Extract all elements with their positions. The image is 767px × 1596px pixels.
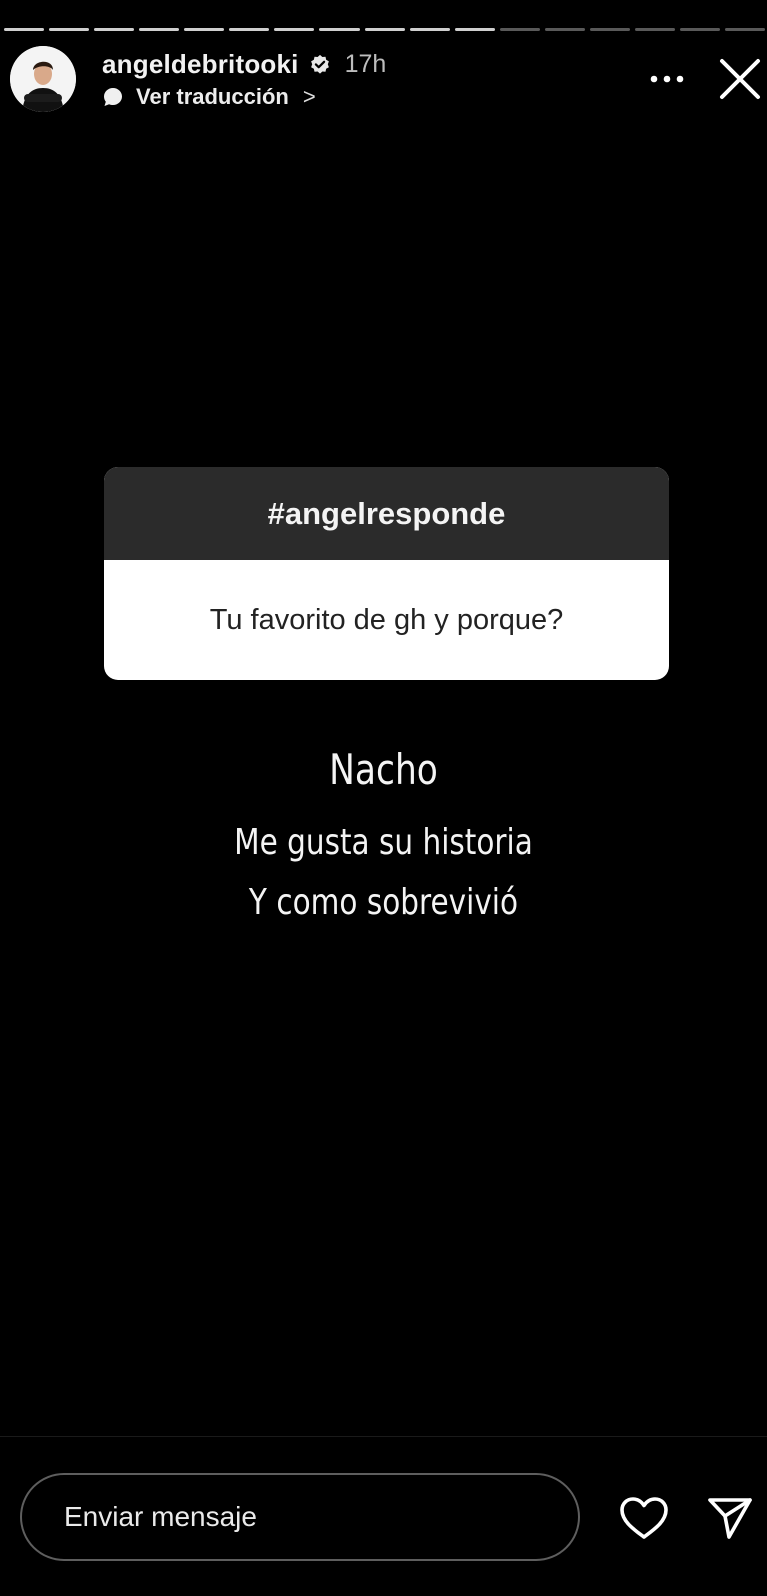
progress-segment [634, 28, 675, 31]
translate-label: Ver traducción [136, 84, 289, 109]
more-options-button[interactable] [647, 64, 687, 94]
progress-segment [274, 28, 315, 31]
progress-segment [679, 28, 720, 31]
more-horizontal-icon [650, 75, 684, 83]
like-button[interactable] [618, 1495, 670, 1541]
message-input[interactable] [20, 1473, 580, 1561]
progress-segment [49, 28, 90, 31]
progress-segment [364, 28, 405, 31]
send-button[interactable] [706, 1495, 754, 1541]
timestamp: 17h [344, 50, 387, 78]
progress-segment [4, 28, 45, 31]
close-icon [720, 59, 760, 99]
answer-title: Nacho [329, 745, 438, 794]
username[interactable]: angeldebritooki [102, 49, 299, 80]
avatar-image [10, 46, 76, 112]
progress-segment [725, 28, 766, 31]
footer-divider [0, 1436, 767, 1437]
progress-segment [589, 28, 630, 31]
story-progress-bar [4, 28, 766, 31]
question-sticker-tag: #angelresponde [104, 467, 669, 560]
progress-segment [499, 28, 540, 31]
question-sticker: #angelresponde Tu favorito de gh y porqu… [104, 467, 669, 680]
progress-segment [409, 28, 450, 31]
user-line: angeldebritooki 17h [102, 49, 386, 80]
story-header: angeldebritooki 17h Ver traducción > [10, 46, 767, 116]
avatar[interactable] [10, 46, 76, 112]
question-sticker-text: Tu favorito de gh y porque? [209, 603, 564, 636]
translate-link[interactable]: Ver traducción > [102, 84, 316, 110]
progress-segment [139, 28, 180, 31]
progress-segment [454, 28, 495, 31]
progress-segment [184, 28, 225, 31]
verified-badge-icon [309, 54, 331, 76]
heart-icon [620, 1497, 668, 1539]
answer-line-1: Me gusta su historia [234, 822, 533, 863]
speech-bubble-icon [102, 86, 124, 108]
progress-segment [94, 28, 135, 31]
send-icon [708, 1498, 752, 1539]
progress-segment [229, 28, 270, 31]
close-button[interactable] [717, 56, 763, 102]
chevron-right-icon: > [302, 84, 316, 109]
progress-segment [319, 28, 360, 31]
answer-line-2: Y como sobrevivió [248, 882, 519, 923]
progress-segment [544, 28, 585, 31]
